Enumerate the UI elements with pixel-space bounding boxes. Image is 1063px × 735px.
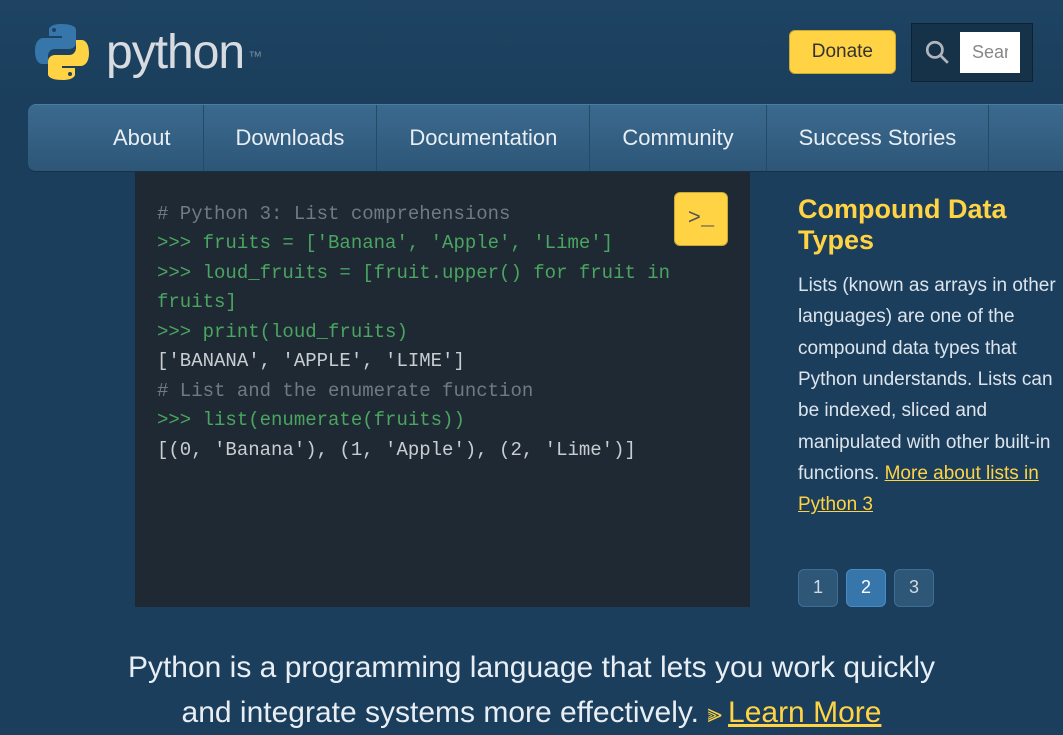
- code-line: ['BANANA', 'APPLE', 'LIME']: [157, 347, 728, 376]
- learn-more-link[interactable]: Learn More: [728, 696, 881, 729]
- nav-item-success-stories[interactable]: Success Stories: [767, 105, 990, 171]
- code-panel: >_ # Python 3: List comprehensions>>> fr…: [135, 172, 750, 607]
- search-input[interactable]: [960, 32, 1020, 73]
- header: python™ Donate: [0, 0, 1063, 104]
- tagline: Python is a programming language that le…: [0, 607, 1063, 735]
- description-text: Lists (known as arrays in other language…: [798, 270, 1063, 521]
- description-panel: Compound Data Types Lists (known as arra…: [750, 172, 1063, 607]
- code-lines: # Python 3: List comprehensions>>> fruit…: [157, 200, 728, 465]
- nav-item-downloads[interactable]: Downloads: [204, 105, 378, 171]
- tagline-line1: Python is a programming language that le…: [128, 651, 935, 684]
- description-body: Lists (known as arrays in other language…: [798, 275, 1056, 484]
- logo-text: python™: [106, 25, 262, 80]
- nav-item-community[interactable]: Community: [590, 105, 766, 171]
- code-line: # List and the enumerate function: [157, 377, 728, 406]
- code-line: >>> list(enumerate(fruits)): [157, 406, 728, 435]
- description-title: Compound Data Types: [798, 194, 1063, 256]
- tagline-line2-prefix: and integrate systems more effectively.: [182, 696, 708, 729]
- search-icon: [924, 39, 950, 65]
- content: >_ # Python 3: List comprehensions>>> fr…: [135, 172, 1063, 607]
- pager-button-2[interactable]: 2: [846, 569, 886, 607]
- search-wrap: [911, 23, 1033, 82]
- code-line: >>> loud_fruits = [fruit.upper() for fru…: [157, 259, 728, 318]
- logo[interactable]: python™: [30, 20, 262, 84]
- code-line: >>> print(loud_fruits): [157, 318, 728, 347]
- code-line: [(0, 'Banana'), (1, 'Apple'), (2, 'Lime'…: [157, 436, 728, 465]
- main-nav: AboutDownloadsDocumentationCommunitySucc…: [28, 104, 1063, 172]
- pager: 123: [798, 569, 1063, 607]
- donate-button[interactable]: Donate: [789, 30, 896, 74]
- pager-button-1[interactable]: 1: [798, 569, 838, 607]
- launch-shell-button[interactable]: >_: [674, 192, 728, 246]
- header-right: Donate: [789, 23, 1033, 82]
- code-line: # Python 3: List comprehensions: [157, 200, 728, 229]
- chevrons-icon: ⫸: [707, 698, 722, 728]
- code-line: >>> fruits = ['Banana', 'Apple', 'Lime']: [157, 229, 728, 258]
- pager-button-3[interactable]: 3: [894, 569, 934, 607]
- nav-item-documentation[interactable]: Documentation: [377, 105, 590, 171]
- nav-item-about[interactable]: About: [28, 105, 204, 171]
- python-logo-icon: [30, 20, 94, 84]
